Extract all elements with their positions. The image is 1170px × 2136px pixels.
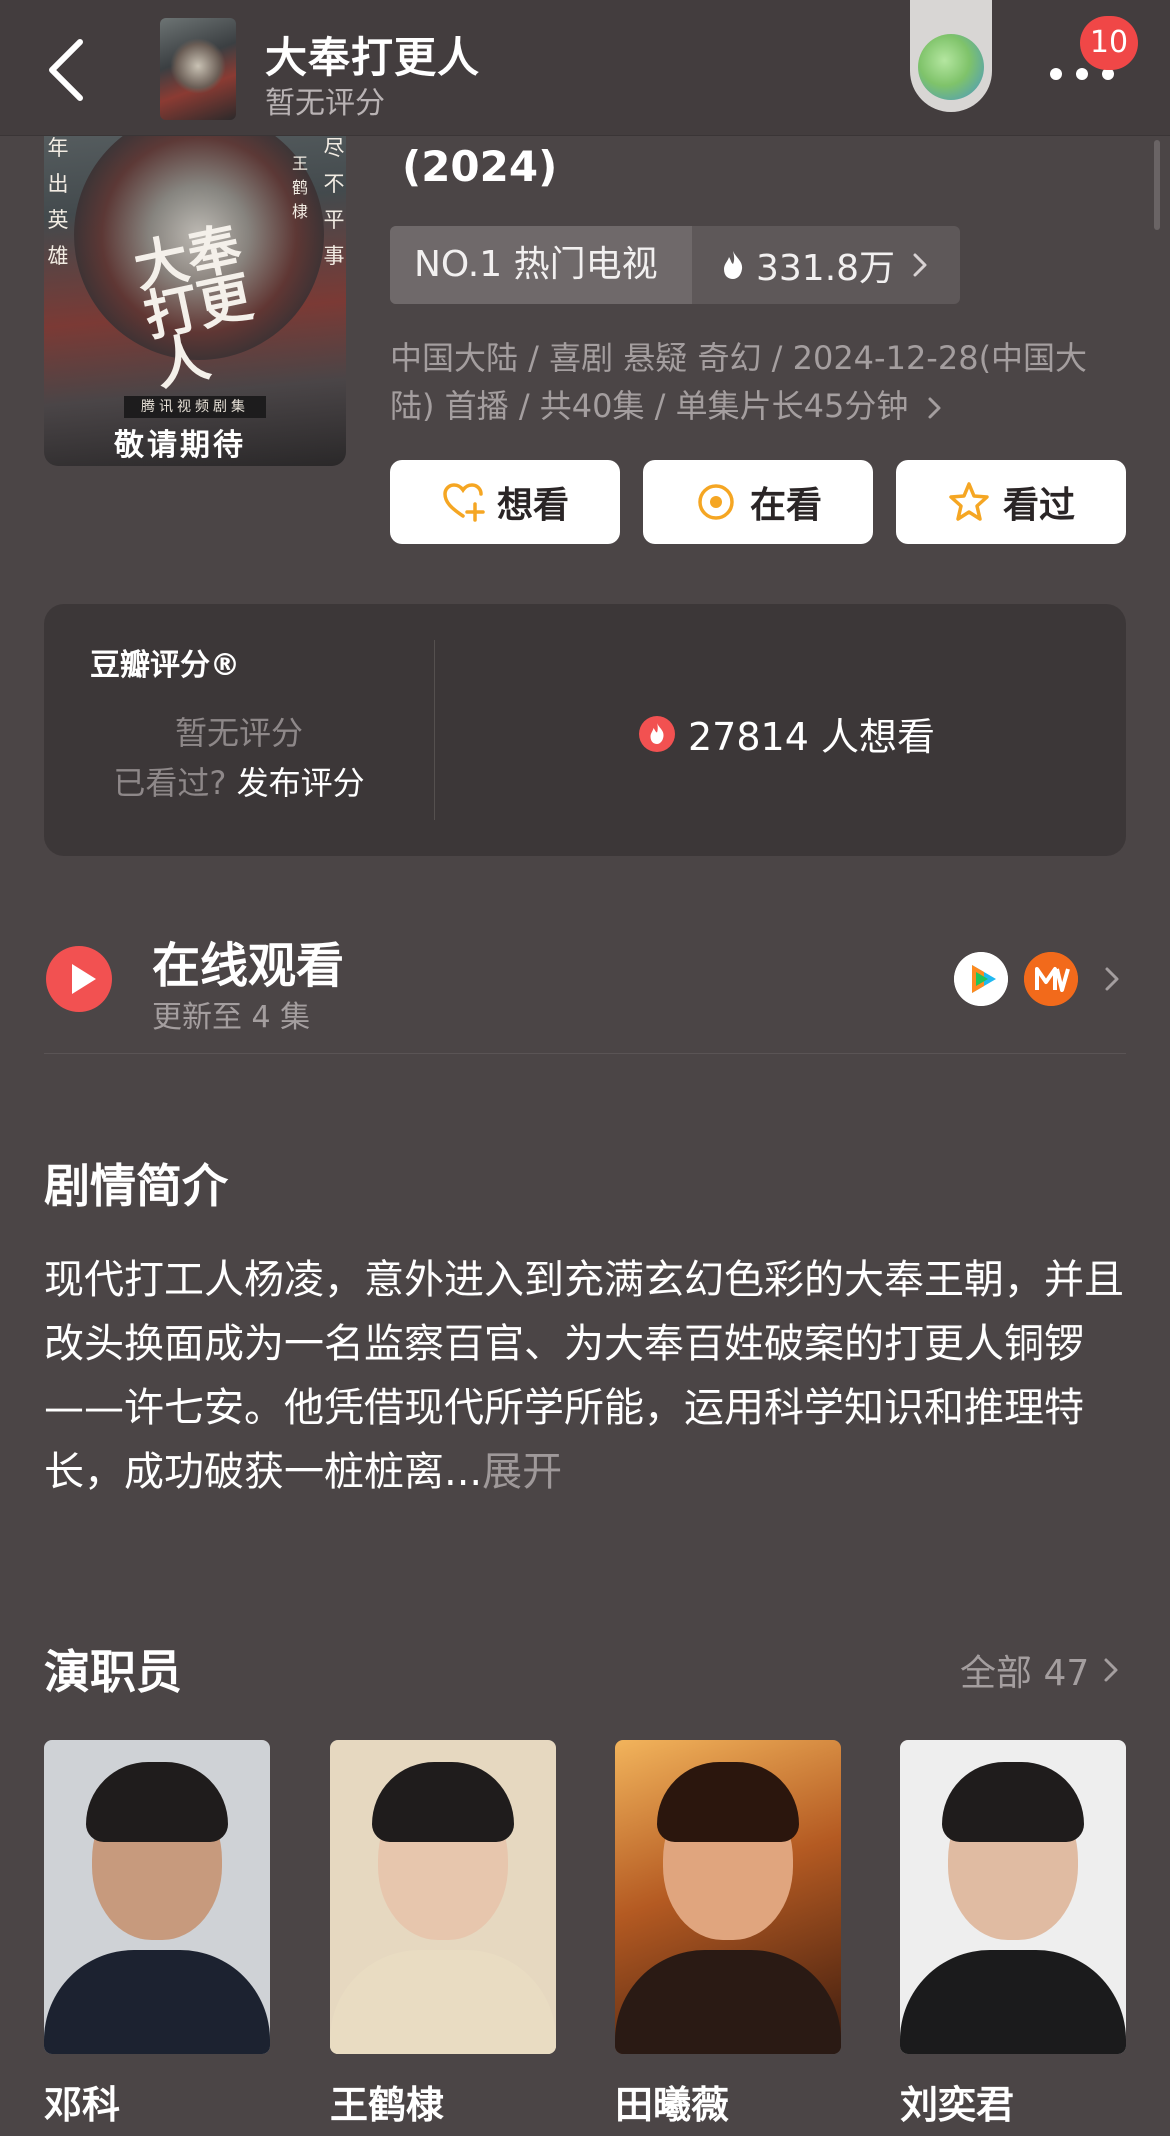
chevron-left-icon (49, 39, 83, 101)
watch-title: 在线观看 (152, 938, 345, 994)
poster-cast-vertical: 王鹤棣 (291, 154, 308, 221)
publish-rating-link[interactable]: 发布评分 (237, 764, 365, 802)
rating-brand: 豆瓣评分® (90, 648, 240, 683)
chevron-right-icon (913, 253, 927, 277)
star-icon (949, 482, 989, 521)
cast-photo (900, 1740, 1126, 2054)
synopsis-text[interactable]: 现代打工人杨凌，意外进入到充满玄幻色彩的大奉王朝，并且改头换面成为一名监察百官、… (44, 1248, 1134, 1504)
tencent-video-icon (954, 952, 1008, 1006)
hot-flame-icon (639, 715, 675, 752)
cast-photo (615, 1740, 841, 2054)
cast-photo (330, 1740, 556, 2054)
poster-strip: 腾讯视频剧集 (124, 396, 266, 418)
scrollbar[interactable] (1154, 140, 1160, 230)
rating-divider (434, 640, 435, 820)
want-count-text: 27814 人想看 (688, 715, 935, 759)
watch-subtitle: 更新至 4 集 (152, 1000, 311, 1035)
watching-label: 在看 (749, 485, 822, 526)
cast-card[interactable]: 邓科 (44, 1740, 270, 2129)
cast-name: 刘奕君 (900, 2083, 1015, 2127)
notification-badge: 10 (1080, 16, 1138, 70)
cast-name: 邓科 (44, 2083, 121, 2127)
rating-none-text: 暂无评分 (174, 714, 303, 752)
meta-text: 中国大陆 / 喜剧 悬疑 奇幻 / 2024-12-28(中国大陆) 首播 / … (390, 339, 1088, 425)
floating-avatar-bubble[interactable] (910, 0, 992, 112)
target-icon (698, 484, 734, 520)
chevron-right-icon (928, 397, 941, 419)
more-dot-icon (1050, 68, 1062, 80)
flame-icon (724, 251, 743, 279)
poster-side-text-right: 尽 不 平 事 (323, 136, 345, 268)
cast-name: 王鹤棣 (330, 2083, 445, 2127)
watching-button[interactable]: 在看 (643, 460, 873, 544)
poster[interactable]: 年 出 英 雄 尽 不 平 事 王鹤棣 大奉打更人 腾讯视频剧集 敬请期待 (44, 100, 346, 466)
cast-all-label: 全部 47 (960, 1653, 1090, 1694)
heat-value: 331.8万 (756, 248, 896, 289)
want-count: 27814 人想看 (638, 706, 935, 761)
cast-photo (44, 1740, 270, 2054)
watched-question: 已看过? (113, 764, 227, 802)
play-icon (46, 946, 112, 1012)
synopsis-body: 现代打工人杨凌，意外进入到充满玄幻色彩的大奉王朝，并且改头换面成为一名监察百官、… (44, 1257, 1124, 1495)
top-nav-bar: 大奉打更人 暂无评分 10 (0, 0, 1170, 136)
back-button[interactable] (40, 30, 96, 110)
heart-plus-icon (443, 483, 485, 522)
synopsis-title: 剧情简介 (44, 1159, 228, 1213)
more-dot-icon (1076, 68, 1088, 80)
cast-title: 演职员 (44, 1645, 182, 1699)
rating-prompt: 已看过? 发布评分 (44, 758, 434, 804)
heat-value-box: 331.8万 (692, 226, 960, 304)
watched-button[interactable]: 看过 (896, 460, 1126, 544)
expand-link[interactable]: 展开 (482, 1449, 562, 1495)
nav-title: 大奉打更人 (265, 33, 481, 82)
release-year: (2024) (402, 142, 558, 191)
cast-all-link[interactable]: 全部 47 (960, 1644, 1119, 1696)
rating-card: 豆瓣评分® 暂无评分 已看过? 发布评分 27814 人想看 (44, 604, 1126, 856)
cast-card[interactable]: 刘奕君 (900, 1740, 1126, 2129)
mango-tv-icon (1024, 952, 1078, 1006)
cast-card[interactable]: 王鹤棣 (330, 1740, 556, 2129)
poster-expect: 敬请期待 (114, 428, 246, 463)
meta-info[interactable]: 中国大陆 / 喜剧 悬疑 奇幻 / 2024-12-28(中国大陆) 首播 / … (390, 334, 1130, 430)
want-to-watch-button[interactable]: 想看 (390, 460, 620, 544)
rank-pill[interactable]: NO.1 热门电视 331.8万 (390, 226, 960, 304)
poster-side-text-left: 年 出 英 雄 (47, 136, 69, 268)
want-to-watch-label: 想看 (496, 485, 569, 526)
nav-subtitle: 暂无评分 (265, 86, 385, 121)
cast-card[interactable]: 田曦薇 (615, 1740, 841, 2129)
cast-name: 田曦薇 (615, 2083, 730, 2127)
watch-online-row[interactable]: 在线观看 更新至 4 集 (44, 910, 1126, 1054)
chevron-right-icon (1104, 1658, 1118, 1682)
nav-poster-thumbnail (160, 18, 236, 120)
rank-label: NO.1 热门电视 (390, 226, 692, 304)
chevron-right-icon (1105, 967, 1119, 991)
watched-label: 看过 (1002, 485, 1075, 526)
